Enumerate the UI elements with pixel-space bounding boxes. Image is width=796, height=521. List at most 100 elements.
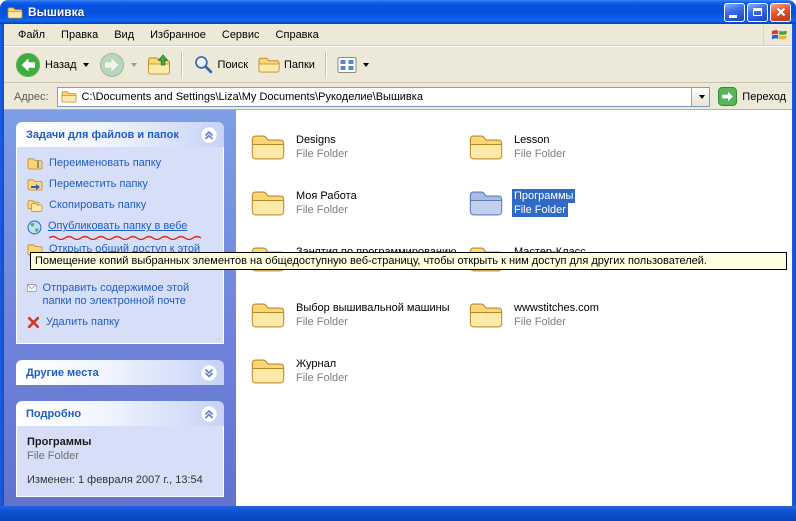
menu-bar: Файл Правка Вид Избранное Сервис Справка (4, 24, 792, 46)
task-label: Переместить папку (49, 178, 148, 191)
address-combobox[interactable]: C:\Documents and Settings\Liza\My Docume… (57, 87, 711, 107)
folder-icon (250, 132, 286, 161)
folder-name: Выбор вышивальной машины (294, 301, 452, 315)
folder-icon (250, 356, 286, 385)
task-label: Опубликовать папку в вебе (48, 220, 187, 233)
folder-name: Designs (294, 133, 338, 147)
menu-view[interactable]: Вид (106, 26, 142, 44)
other-places-title: Другие места (26, 367, 99, 379)
folder-item-vybor-mashiny[interactable]: Выбор вышивальной машиныFile Folder (250, 300, 462, 329)
folder-type: File Folder (512, 147, 568, 161)
panel-other-places: Другие места (16, 360, 224, 385)
folder-name: Программы (512, 189, 575, 203)
task-label: Переименовать папку (49, 157, 161, 170)
folder-item-designs[interactable]: DesignsFile Folder (250, 132, 462, 161)
title-bar[interactable]: Вышивка (0, 0, 796, 24)
folder-item-moya-rabota[interactable]: Моя РаботаFile Folder (250, 188, 462, 217)
views-dropdown-icon (363, 63, 369, 67)
folder-item-wwwstitches[interactable]: wwwstitches.comFile Folder (468, 300, 680, 329)
go-label: Переход (742, 91, 786, 103)
file-tasks-body: Переименовать папку Переместить папку Ск… (16, 147, 224, 344)
back-button[interactable]: Назад (10, 49, 94, 81)
folder-item-lesson[interactable]: LessonFile Folder (468, 132, 680, 161)
folder-type: File Folder (512, 315, 568, 329)
chevron-up-icon[interactable] (200, 126, 218, 144)
folder-icon (468, 300, 504, 329)
window-border-left (0, 24, 4, 521)
views-button[interactable] (332, 53, 374, 77)
menu-help[interactable]: Справка (268, 26, 327, 44)
forward-dropdown-icon (131, 63, 137, 67)
forward-icon (99, 52, 125, 78)
folder-item-zhurnal[interactable]: ЖурналFile Folder (250, 356, 462, 385)
folder-icon (250, 300, 286, 329)
details-file-type: File Folder (27, 450, 213, 462)
search-icon (193, 54, 214, 75)
folder-icon (250, 188, 286, 217)
tooltip: Помещение копий выбранных элементов на о… (30, 252, 787, 270)
window-border-bottom (0, 506, 796, 521)
views-icon (337, 56, 357, 74)
folder-item-programmy-selected[interactable]: ПрограммыFile Folder (468, 188, 680, 217)
menu-file[interactable]: Файл (10, 26, 53, 44)
window-folder-icon (7, 6, 23, 19)
menu-tools[interactable]: Сервис (214, 26, 268, 44)
back-dropdown-icon (83, 63, 89, 67)
address-bar: Адрес: C:\Documents and Settings\Liza\My… (4, 84, 792, 110)
toolbar-separator (325, 52, 327, 78)
panel-file-tasks: Задачи для файлов и папок Переименовать … (16, 122, 224, 344)
back-label: Назад (45, 59, 77, 71)
toolbar: Назад Поиск Папки (4, 46, 792, 83)
go-button[interactable]: Переход (718, 87, 786, 106)
task-label: Отправить содержимое этой папки по элект… (43, 282, 217, 308)
chevron-up-icon[interactable] (200, 405, 218, 423)
address-input[interactable]: C:\Documents and Settings\Liza\My Docume… (82, 91, 692, 103)
go-icon (718, 87, 737, 106)
file-list-area[interactable]: DesignsFile Folder Моя РаботаFile Folder… (236, 110, 792, 506)
task-rename-folder[interactable]: Переименовать папку (27, 153, 217, 174)
address-folder-icon (61, 90, 77, 103)
minimize-button[interactable] (724, 3, 745, 22)
task-delete-folder[interactable]: Удалить папку (27, 312, 217, 333)
folder-name: wwwstitches.com (512, 301, 601, 315)
file-tasks-header[interactable]: Задачи для файлов и папок (16, 122, 224, 147)
menu-favorites[interactable]: Избранное (142, 26, 214, 44)
folder-type: File Folder (294, 203, 350, 217)
task-email-folder[interactable]: Отправить содержимое этой папки по элект… (27, 278, 217, 312)
folder-name: Журнал (294, 357, 338, 371)
minimize-icon (729, 15, 737, 18)
folder-type: File Folder (294, 315, 350, 329)
details-modified: Изменен: 1 февраля 2007 г., 13:54 (27, 474, 213, 486)
publish-web-icon (27, 220, 42, 235)
details-body: Программы File Folder Изменен: 1 февраля… (16, 426, 224, 497)
window-border-right (792, 24, 796, 521)
email-icon (27, 282, 37, 294)
address-label: Адрес: (14, 91, 49, 103)
task-copy-folder[interactable]: Скопировать папку (27, 195, 217, 216)
delete-icon (27, 316, 40, 329)
folder-icon-selected (468, 188, 504, 217)
maximize-button[interactable] (747, 3, 768, 22)
task-publish-web[interactable]: Опубликовать папку в вебе (27, 216, 217, 239)
rename-folder-icon (27, 157, 43, 170)
task-label: Скопировать папку (49, 199, 146, 212)
menu-edit[interactable]: Правка (53, 26, 106, 44)
toolbar-separator (181, 52, 183, 78)
folders-label: Папки (284, 59, 315, 71)
address-dropdown-button[interactable] (691, 88, 709, 106)
details-header[interactable]: Подробно (16, 401, 224, 426)
close-button[interactable] (770, 3, 791, 22)
windows-logo-icon (763, 25, 790, 45)
task-move-folder[interactable]: Переместить папку (27, 174, 217, 195)
up-folder-icon (147, 54, 171, 76)
search-button[interactable]: Поиск (188, 51, 253, 78)
other-places-header[interactable]: Другие места (16, 360, 224, 385)
folders-icon (258, 56, 280, 74)
up-button[interactable] (142, 51, 176, 79)
maximize-icon (753, 8, 762, 16)
task-pane: Задачи для файлов и папок Переименовать … (4, 110, 236, 506)
folders-button[interactable]: Папки (253, 53, 320, 77)
chevron-down-icon[interactable] (200, 364, 218, 382)
window-body: Задачи для файлов и папок Переименовать … (4, 110, 792, 506)
forward-button[interactable] (94, 49, 142, 81)
